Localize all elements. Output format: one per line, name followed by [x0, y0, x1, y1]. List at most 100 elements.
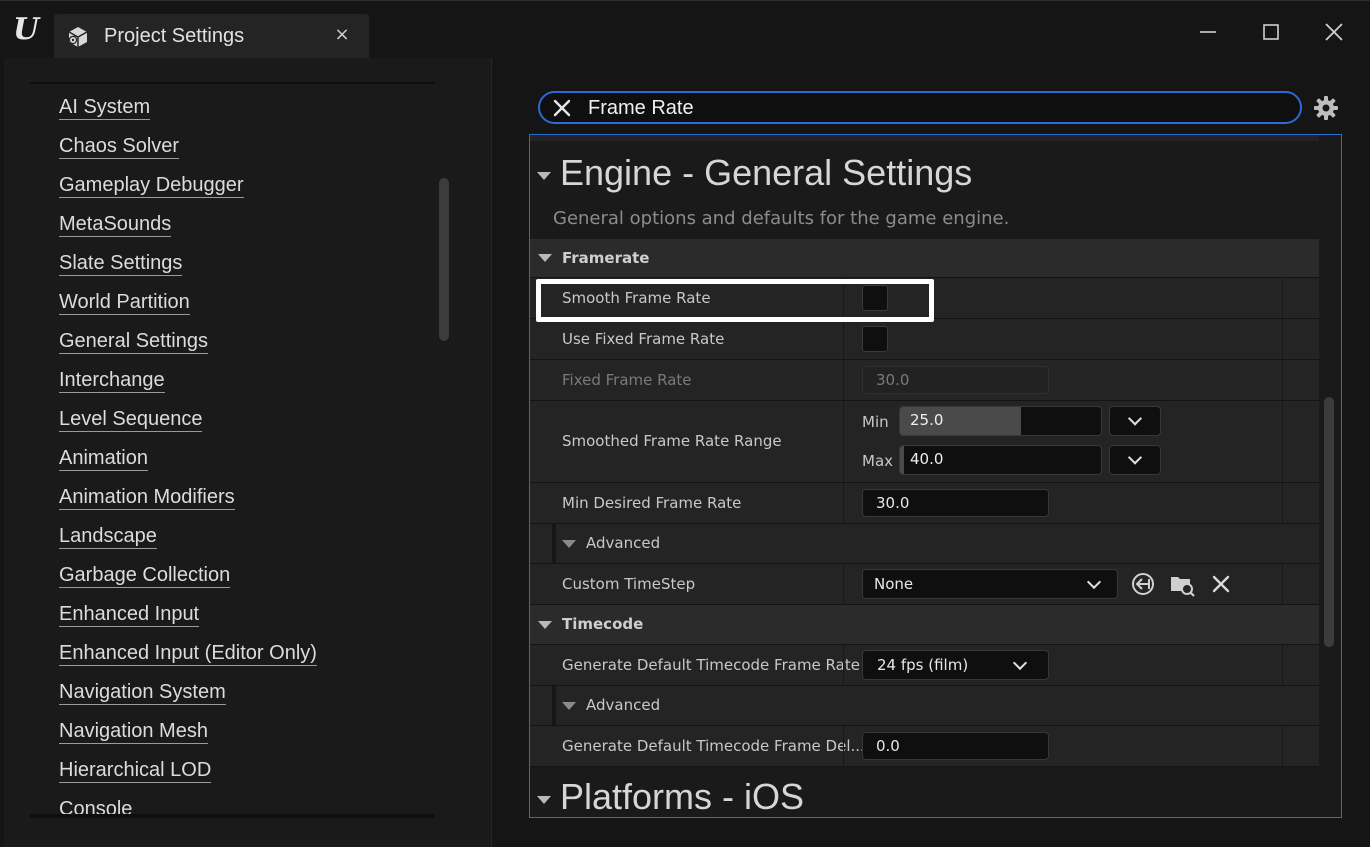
collapse-arrow-icon[interactable]: [538, 254, 552, 262]
sidebar-item-console[interactable]: Console: [59, 796, 429, 816]
close-icon: [1325, 23, 1343, 41]
chevron-down-icon: [1127, 450, 1143, 465]
collapse-arrow-icon[interactable]: [562, 540, 576, 548]
sidebar-item-interchange[interactable]: Interchange: [59, 367, 429, 406]
details-scrollbar[interactable]: [1324, 397, 1334, 647]
clear-icon[interactable]: [1207, 570, 1235, 598]
smooth-frame-rate-checkbox[interactable]: [862, 285, 888, 311]
property-label: Fixed Frame Rate: [562, 371, 692, 389]
default-timecode-frame-rate-combo[interactable]: 24 fps (film): [862, 650, 1049, 680]
combo-value: 24 fps (film): [877, 656, 969, 674]
sidebar-item-navigation-mesh[interactable]: Navigation Mesh: [59, 718, 429, 757]
settings-section-list: AI System Chaos Solver Gameplay Debugger…: [59, 94, 429, 816]
sidebar-divider-bottom: [30, 814, 435, 818]
sidebar-scrollbar[interactable]: [439, 178, 449, 341]
property-label: Use Fixed Frame Rate: [562, 330, 725, 348]
browse-folder-icon[interactable]: [1168, 570, 1196, 598]
sidebar-item-world-partition[interactable]: World Partition: [59, 289, 429, 328]
clear-search-icon[interactable]: [550, 96, 574, 120]
sidebar-item-chaos-solver[interactable]: Chaos Solver: [59, 133, 429, 172]
category-title: Platforms - iOS: [560, 776, 805, 817]
sidebar-item-enhanced-input[interactable]: Enhanced Input: [59, 601, 429, 640]
property-label: Custom TimeStep: [562, 575, 696, 593]
advanced-label: Advanced: [586, 696, 661, 714]
property-row-smoothed-frame-rate-range: Smoothed Frame Rate Range Min 25.0 Max 4…: [530, 401, 1319, 483]
property-row-timecode-frame-delay: Generate Default Timecode Frame Del... 0…: [530, 726, 1319, 767]
property-label: Generate Default Timecode Frame Del...: [562, 737, 865, 755]
collapse-arrow-icon[interactable]: [537, 796, 551, 804]
property-label: Generate Default Timecode Frame Rate: [562, 656, 860, 674]
settings-cube-icon: [68, 27, 88, 47]
tab-title: Project Settings: [104, 25, 245, 47]
min-desired-frame-rate-field[interactable]: 30.0: [862, 489, 1049, 517]
sidebar-item-gameplay-debugger[interactable]: Gameplay Debugger: [59, 172, 429, 211]
title-bar: U Project Settings ×: [0, 0, 1370, 59]
section-timecode[interactable]: Timecode: [530, 605, 1319, 645]
fixed-frame-rate-field: 30.0: [862, 366, 1049, 394]
use-fixed-frame-rate-checkbox[interactable]: [862, 326, 888, 352]
use-selected-asset-icon[interactable]: [1129, 570, 1157, 598]
search-input[interactable]: [588, 96, 1278, 120]
category-platforms-ios[interactable]: Platforms - iOS: [530, 767, 1319, 817]
advanced-label: Advanced: [586, 534, 661, 552]
sidebar-item-animation-modifiers[interactable]: Animation Modifiers: [59, 484, 429, 523]
collapse-arrow-icon[interactable]: [537, 172, 551, 180]
settings-sidebar: AI System Chaos Solver Gameplay Debugger…: [4, 58, 492, 847]
timecode-frame-delay-field[interactable]: 0.0: [862, 732, 1049, 760]
min-frame-rate-spinbox[interactable]: 25.0: [899, 406, 1102, 436]
spinbox-value: 40.0: [910, 450, 944, 468]
min-label: Min: [862, 413, 889, 431]
previous-category-edge: [530, 135, 1319, 141]
sidebar-item-enhanced-input-editor[interactable]: Enhanced Input (Editor Only): [59, 640, 429, 679]
category-title: Engine - General Settings: [560, 152, 973, 193]
max-range-dropdown-button[interactable]: [1109, 445, 1161, 475]
min-range-dropdown-button[interactable]: [1109, 406, 1161, 436]
sidebar-item-level-sequence[interactable]: Level Sequence: [59, 406, 429, 445]
settings-search-box[interactable]: [538, 91, 1302, 124]
details-panel: Engine - General Settings General option…: [493, 58, 1370, 847]
property-row-fixed-frame-rate: Fixed Frame Rate 30.0: [530, 360, 1319, 401]
spinbox-value: 25.0: [910, 411, 944, 429]
chevron-down-icon: [1012, 655, 1028, 671]
property-row-custom-timestep: Custom TimeStep None: [530, 564, 1319, 605]
property-row-min-desired-frame-rate: Min Desired Frame Rate 30.0: [530, 483, 1319, 524]
max-frame-rate-spinbox[interactable]: 40.0: [899, 445, 1102, 475]
combo-value: None: [874, 575, 914, 593]
sidebar-item-garbage-collection[interactable]: Garbage Collection: [59, 562, 429, 601]
sidebar-divider-top: [30, 82, 435, 84]
project-settings-tab[interactable]: Project Settings ×: [54, 14, 369, 59]
property-row-use-fixed-frame-rate: Use Fixed Frame Rate: [530, 319, 1319, 360]
sidebar-item-landscape[interactable]: Landscape: [59, 523, 429, 562]
chevron-down-icon: [1086, 574, 1102, 590]
chevron-down-icon: [1127, 411, 1143, 426]
minimize-button[interactable]: [1188, 15, 1228, 49]
property-label: Smoothed Frame Rate Range: [562, 432, 782, 450]
sidebar-item-slate-settings[interactable]: Slate Settings: [59, 250, 429, 289]
property-label: Min Desired Frame Rate: [562, 494, 742, 512]
sidebar-item-animation[interactable]: Animation: [59, 445, 429, 484]
sidebar-item-hierarchical-lod[interactable]: Hierarchical LOD: [59, 757, 429, 796]
collapse-arrow-icon[interactable]: [538, 621, 552, 629]
collapse-arrow-icon[interactable]: [562, 702, 576, 710]
sidebar-item-navigation-system[interactable]: Navigation System: [59, 679, 429, 718]
close-window-button[interactable]: [1314, 15, 1354, 49]
property-row-smooth-frame-rate: Smooth Frame Rate: [530, 278, 1319, 319]
tab-close-button[interactable]: ×: [332, 24, 352, 48]
sidebar-item-metasounds[interactable]: MetaSounds: [59, 211, 429, 250]
minimize-icon: [1200, 31, 1216, 33]
property-row-default-timecode-frame-rate: Generate Default Timecode Frame Rate 24 …: [530, 645, 1319, 686]
category-description: General options and defaults for the gam…: [553, 208, 1010, 229]
details-view: Engine - General Settings General option…: [529, 134, 1342, 818]
section-framerate[interactable]: Framerate: [530, 239, 1319, 278]
sidebar-item-general-settings[interactable]: General Settings: [59, 328, 429, 367]
maximize-button[interactable]: [1251, 15, 1291, 49]
sidebar-item-ai-system[interactable]: AI System: [59, 94, 429, 133]
max-label: Max: [862, 452, 894, 470]
custom-timestep-combo[interactable]: None: [862, 569, 1118, 599]
spinbox-fill: [900, 446, 905, 474]
advanced-group-timecode[interactable]: Advanced: [530, 686, 1319, 726]
section-label: Timecode: [562, 615, 644, 633]
gear-icon[interactable]: [1313, 95, 1339, 121]
advanced-group-framerate[interactable]: Advanced: [530, 524, 1319, 564]
unreal-engine-logo-icon: U: [13, 12, 40, 47]
